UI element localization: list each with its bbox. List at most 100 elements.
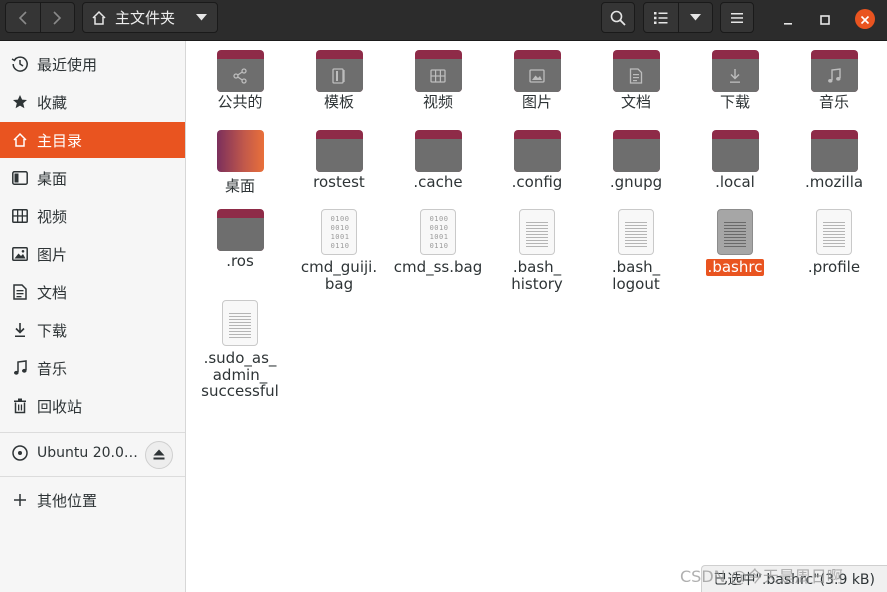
file-name-text: 音乐 bbox=[818, 93, 849, 111]
file-item-ros[interactable]: .ros bbox=[191, 209, 289, 270]
file-name-label: 图片 bbox=[488, 94, 586, 111]
file-item-rostest[interactable]: rostest bbox=[290, 130, 388, 191]
sidebar-item-home[interactable]: 主目录 bbox=[0, 122, 185, 158]
sidebar-item-label: 主目录 bbox=[37, 131, 83, 150]
view-options-button[interactable] bbox=[679, 3, 713, 32]
file-name-text: .sudo_as_ admin_ successful bbox=[201, 349, 279, 400]
minimize-icon bbox=[783, 10, 793, 29]
forward-button[interactable] bbox=[41, 3, 75, 32]
file-name-label: .local bbox=[686, 174, 784, 191]
sidebar-item-videos[interactable]: 视频 bbox=[0, 198, 185, 234]
triangle-down-icon bbox=[196, 14, 207, 21]
file-item-profile[interactable]: .profile bbox=[785, 209, 883, 276]
desktop-icon bbox=[11, 169, 29, 187]
file-item-mozilla[interactable]: .mozilla bbox=[785, 130, 883, 191]
star-icon bbox=[11, 93, 29, 111]
image-icon bbox=[11, 245, 29, 263]
file-name-label: .config bbox=[488, 174, 586, 191]
file-item-cmd_ss-bag[interactable]: 0100 0010 1001 0110 cmd_ss.bag bbox=[389, 209, 487, 276]
search-button[interactable] bbox=[601, 2, 635, 33]
file-name-text: .config bbox=[511, 173, 563, 191]
file-item-sudo_as_admin_successful[interactable]: .sudo_as_ admin_ successful bbox=[191, 300, 289, 400]
file-item-folder[interactable]: 下载 bbox=[686, 50, 784, 111]
file-item-gnupg[interactable]: .gnupg bbox=[587, 130, 685, 191]
file-item-folder[interactable]: 模板 bbox=[290, 50, 388, 111]
sidebar-item-desktop[interactable]: 桌面 bbox=[0, 160, 185, 196]
file-name-label: .bash_ logout bbox=[587, 259, 685, 292]
binary-glyph: 0100 0010 1001 0110 bbox=[429, 215, 449, 250]
file-item-config[interactable]: .config bbox=[488, 130, 586, 191]
file-name-label: .bashrc bbox=[686, 259, 784, 276]
text-file-icon bbox=[222, 300, 258, 346]
folder-icon bbox=[612, 50, 660, 92]
sidebar-item-label: Ubuntu 20.0… bbox=[37, 445, 138, 461]
file-item-bashrc[interactable]: .bashrc bbox=[686, 209, 784, 276]
close-button[interactable] bbox=[855, 9, 875, 29]
folder-icon bbox=[711, 50, 759, 92]
template-icon bbox=[316, 59, 363, 92]
sidebar-item-documents[interactable]: 文档 bbox=[0, 274, 185, 310]
sidebar: 最近使用 收藏 主目录 桌面 视频 图片 文档 下载 音乐 回收站 Ubuntu… bbox=[0, 41, 186, 592]
file-name-label: .profile bbox=[785, 259, 883, 276]
sidebar-item-downloads[interactable]: 下载 bbox=[0, 312, 185, 348]
file-item-cmd_guiji-bag[interactable]: 0100 0010 1001 0110 cmd_guiji. bag bbox=[290, 209, 388, 292]
list-view-button[interactable] bbox=[644, 3, 679, 32]
file-name-text: cmd_ss.bag bbox=[393, 258, 483, 276]
file-item-cache[interactable]: .cache bbox=[389, 130, 487, 191]
maximize-button[interactable] bbox=[815, 9, 835, 29]
sidebar-divider bbox=[0, 476, 185, 477]
sidebar-item-music[interactable]: 音乐 bbox=[0, 350, 185, 386]
folder-icon bbox=[216, 50, 264, 92]
sidebar-item-trash[interactable]: 回收站 bbox=[0, 388, 185, 424]
file-name-label: .ros bbox=[191, 253, 289, 270]
file-name-text: 桌面 bbox=[224, 177, 255, 195]
main-menu-button[interactable] bbox=[720, 2, 754, 33]
sidebar-item-label: 文档 bbox=[37, 283, 68, 302]
file-name-text: .ros bbox=[226, 252, 254, 270]
file-name-label: .gnupg bbox=[587, 174, 685, 191]
sidebar-item-ubuntu-disc[interactable]: Ubuntu 20.0… bbox=[0, 434, 185, 472]
chevron-right-icon bbox=[52, 10, 62, 26]
file-name-label: 桌面 bbox=[191, 178, 289, 195]
location-button[interactable]: 主文件夹 bbox=[82, 2, 218, 33]
file-name-text: .cache bbox=[413, 173, 463, 191]
file-item-bash_logout[interactable]: .bash_ logout bbox=[587, 209, 685, 292]
file-name-label: 模板 bbox=[290, 94, 388, 111]
folder-icon bbox=[711, 130, 759, 172]
file-name-text: .bash_ history bbox=[511, 258, 563, 293]
folder-icon bbox=[414, 130, 462, 172]
file-item-folder[interactable]: 桌面 bbox=[191, 130, 289, 195]
file-name-label: rostest bbox=[290, 174, 388, 191]
file-name-label: cmd_ss.bag bbox=[389, 259, 487, 276]
clock-icon bbox=[11, 55, 29, 73]
file-item-folder[interactable]: 视频 bbox=[389, 50, 487, 111]
download-icon bbox=[712, 59, 759, 92]
back-button[interactable] bbox=[6, 3, 41, 32]
file-name-label: .mozilla bbox=[785, 174, 883, 191]
file-item-local[interactable]: .local bbox=[686, 130, 784, 191]
file-name-text: .bash_ logout bbox=[611, 258, 661, 293]
file-item-folder[interactable]: 音乐 bbox=[785, 50, 883, 111]
file-item-folder[interactable]: 文档 bbox=[587, 50, 685, 111]
hamburger-icon bbox=[731, 12, 743, 23]
image-icon bbox=[514, 59, 561, 92]
sidebar-item-pictures[interactable]: 图片 bbox=[0, 236, 185, 272]
document-icon bbox=[613, 59, 660, 92]
binary-glyph: 0100 0010 1001 0110 bbox=[330, 215, 350, 250]
file-item-bash_history[interactable]: .bash_ history bbox=[488, 209, 586, 292]
folder-icon bbox=[612, 130, 660, 172]
eject-button[interactable] bbox=[145, 441, 173, 469]
sidebar-item-recent[interactable]: 最近使用 bbox=[0, 46, 185, 82]
file-name-label: 下载 bbox=[686, 94, 784, 111]
sidebar-item-starred[interactable]: 收藏 bbox=[0, 84, 185, 120]
file-name-text: 图片 bbox=[521, 93, 552, 111]
sidebar-item-label: 桌面 bbox=[37, 169, 68, 188]
text-file-icon bbox=[519, 209, 555, 255]
film-icon bbox=[415, 59, 462, 92]
file-name-label: cmd_guiji. bag bbox=[290, 259, 388, 292]
file-name-label: 文档 bbox=[587, 94, 685, 111]
minimize-button[interactable] bbox=[778, 9, 798, 29]
file-item-folder[interactable]: 图片 bbox=[488, 50, 586, 111]
sidebar-item-other-locations[interactable]: 其他位置 bbox=[0, 482, 185, 518]
file-item-folder[interactable]: 公共的 bbox=[191, 50, 289, 111]
